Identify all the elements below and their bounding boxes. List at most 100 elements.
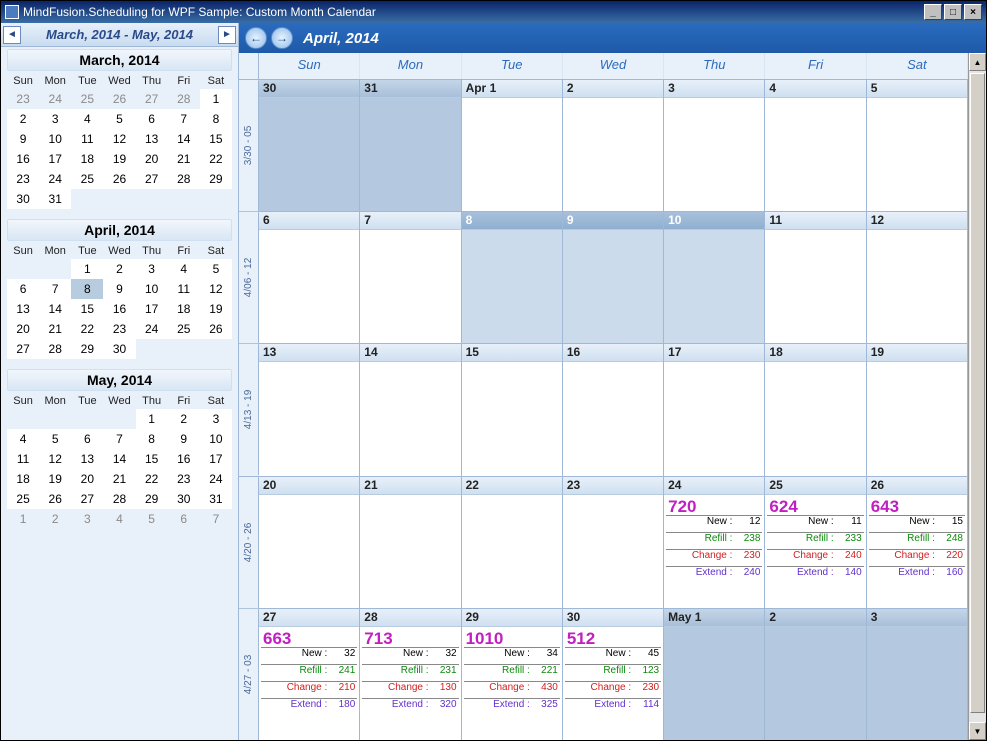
day-cell[interactable]: 6: [259, 212, 360, 343]
mini-day[interactable]: 21: [168, 149, 200, 169]
mini-day[interactable]: 25: [168, 319, 200, 339]
day-cell[interactable]: 26643New :15Refill :248Change :220Extend…: [867, 477, 968, 608]
day-cell[interactable]: 9: [563, 212, 664, 343]
mini-day[interactable]: 13: [7, 299, 39, 319]
mini-day[interactable]: 13: [71, 449, 103, 469]
mini-day[interactable]: 29: [71, 339, 103, 359]
mini-day[interactable]: 15: [200, 129, 232, 149]
mini-day[interactable]: 10: [39, 129, 71, 149]
mini-day[interactable]: 24: [136, 319, 168, 339]
mini-day[interactable]: 10: [136, 279, 168, 299]
mini-day[interactable]: 28: [168, 89, 200, 109]
mini-day[interactable]: 26: [103, 169, 135, 189]
mini-day[interactable]: 13: [136, 129, 168, 149]
mini-day[interactable]: 5: [39, 429, 71, 449]
mini-day[interactable]: 6: [7, 279, 39, 299]
day-cell[interactable]: 14: [360, 344, 461, 475]
mini-day[interactable]: 29: [136, 489, 168, 509]
mini-day[interactable]: 8: [200, 109, 232, 129]
day-cell[interactable]: 5: [867, 80, 968, 211]
mini-day[interactable]: 18: [71, 149, 103, 169]
mini-day[interactable]: 23: [168, 469, 200, 489]
mini-day[interactable]: 5: [103, 109, 135, 129]
mini-day[interactable]: 29: [200, 169, 232, 189]
mini-day[interactable]: 9: [168, 429, 200, 449]
mini-day[interactable]: 20: [7, 319, 39, 339]
mini-day[interactable]: 1: [136, 409, 168, 429]
mini-day[interactable]: 20: [136, 149, 168, 169]
prev-month-button[interactable]: ←: [245, 27, 267, 49]
mini-day[interactable]: 24: [39, 89, 71, 109]
mini-day[interactable]: 22: [200, 149, 232, 169]
mini-day[interactable]: 30: [7, 189, 39, 209]
mini-day[interactable]: 23: [7, 89, 39, 109]
mini-day[interactable]: 14: [39, 299, 71, 319]
day-cell[interactable]: 10: [664, 212, 765, 343]
day-cell[interactable]: 30: [259, 80, 360, 211]
mini-day[interactable]: 12: [200, 279, 232, 299]
day-cell[interactable]: 25624New :11Refill :233Change :240Extend…: [765, 477, 866, 608]
mini-day[interactable]: 26: [103, 89, 135, 109]
mini-day[interactable]: 1: [200, 89, 232, 109]
mini-day[interactable]: 27: [71, 489, 103, 509]
mini-day[interactable]: 17: [200, 449, 232, 469]
day-cell[interactable]: 16: [563, 344, 664, 475]
day-cell[interactable]: 3: [664, 80, 765, 211]
day-cell[interactable]: 7: [360, 212, 461, 343]
mini-day[interactable]: 2: [103, 259, 135, 279]
mini-day[interactable]: 3: [136, 259, 168, 279]
scroll-thumb[interactable]: [970, 73, 985, 713]
mini-day[interactable]: 25: [71, 169, 103, 189]
day-cell[interactable]: 24720New :12Refill :238Change :230Extend…: [664, 477, 765, 608]
day-cell[interactable]: 23: [563, 477, 664, 608]
mini-day[interactable]: 12: [39, 449, 71, 469]
day-cell[interactable]: 27663New :32Refill :241Change :210Extend…: [259, 609, 360, 740]
scroll-down-button[interactable]: ▼: [969, 722, 986, 740]
mini-day[interactable]: 4: [7, 429, 39, 449]
day-cell[interactable]: 30512New :45Refill :123Change :230Extend…: [563, 609, 664, 740]
day-cell[interactable]: 18: [765, 344, 866, 475]
day-cell[interactable]: 22: [462, 477, 563, 608]
mini-day[interactable]: 21: [103, 469, 135, 489]
mini-day[interactable]: 28: [103, 489, 135, 509]
mini-day[interactable]: 7: [168, 109, 200, 129]
mini-day[interactable]: 3: [200, 409, 232, 429]
mini-day[interactable]: 6: [71, 429, 103, 449]
mini-day[interactable]: 25: [71, 89, 103, 109]
mini-day[interactable]: 24: [39, 169, 71, 189]
mini-day[interactable]: 16: [7, 149, 39, 169]
day-cell[interactable]: 19: [867, 344, 968, 475]
next-month-button[interactable]: →: [271, 27, 293, 49]
mini-day[interactable]: 3: [71, 509, 103, 529]
mini-day[interactable]: 1: [71, 259, 103, 279]
day-cell[interactable]: 291010New :34Refill :221Change :430Exten…: [462, 609, 563, 740]
mini-day[interactable]: 27: [136, 169, 168, 189]
mini-day[interactable]: 26: [39, 489, 71, 509]
mini-day[interactable]: 7: [103, 429, 135, 449]
mini-day[interactable]: 5: [136, 509, 168, 529]
day-cell[interactable]: May 1: [664, 609, 765, 740]
next-range-button[interactable]: ►: [218, 26, 236, 44]
mini-day[interactable]: 31: [39, 189, 71, 209]
mini-day[interactable]: 4: [103, 509, 135, 529]
day-cell[interactable]: 21: [360, 477, 461, 608]
mini-day[interactable]: 8: [71, 279, 103, 299]
mini-day[interactable]: 1: [7, 509, 39, 529]
close-button[interactable]: ×: [964, 4, 982, 20]
mini-day[interactable]: 7: [200, 509, 232, 529]
mini-day[interactable]: 3: [39, 109, 71, 129]
mini-day[interactable]: 5: [200, 259, 232, 279]
day-cell[interactable]: 8: [462, 212, 563, 343]
mini-day[interactable]: 27: [7, 339, 39, 359]
mini-day[interactable]: 14: [103, 449, 135, 469]
mini-day[interactable]: 19: [103, 149, 135, 169]
mini-day[interactable]: 23: [7, 169, 39, 189]
day-cell[interactable]: 31: [360, 80, 461, 211]
day-cell[interactable]: 11: [765, 212, 866, 343]
mini-day[interactable]: 2: [39, 509, 71, 529]
day-cell[interactable]: 2: [765, 609, 866, 740]
mini-day[interactable]: 27: [136, 89, 168, 109]
mini-day[interactable]: 6: [168, 509, 200, 529]
mini-day[interactable]: 2: [168, 409, 200, 429]
mini-day[interactable]: 30: [103, 339, 135, 359]
